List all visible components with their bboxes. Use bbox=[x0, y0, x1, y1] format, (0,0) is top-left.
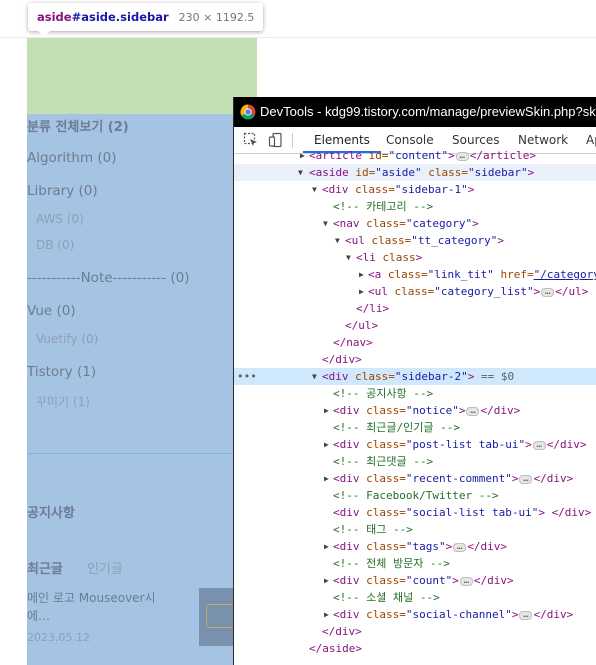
collapse-triangle-icon[interactable]: ▼ bbox=[312, 368, 317, 385]
expand-triangle-icon[interactable]: ▶ bbox=[324, 538, 329, 555]
devtools-window[interactable]: DevTools - kdg99.tistory.com/manage/prev… bbox=[233, 97, 596, 665]
ellipsis-badge[interactable]: … bbox=[532, 440, 546, 450]
ellipsis-badge[interactable]: … bbox=[466, 406, 480, 416]
dom-close-tag[interactable]: </div> bbox=[234, 351, 596, 368]
devtools-title: DevTools - kdg99.tistory.com/manage/prev… bbox=[260, 104, 596, 119]
ellipsis-badge[interactable]: … bbox=[453, 542, 467, 552]
dom-node-div[interactable]: ▶ <div class="notice">… </div> bbox=[234, 402, 596, 419]
dom-comment[interactable]: <!-- 카테고리 --> bbox=[234, 198, 596, 215]
dom-comment[interactable]: <!-- 공지사항 --> bbox=[234, 385, 596, 402]
subcategory-item[interactable]: 꾸미기 (1) bbox=[36, 393, 90, 410]
dom-comment[interactable]: <!-- 전체 방문자 --> bbox=[234, 555, 596, 572]
dom-close-tag[interactable]: </aside> bbox=[234, 640, 596, 657]
category-item[interactable]: -----------Note----------- (0) bbox=[27, 270, 190, 286]
collapse-triangle-icon[interactable]: ▼ bbox=[323, 215, 328, 232]
ellipsis-badge[interactable]: … bbox=[519, 474, 533, 484]
dom-comment[interactable]: <!-- 소셜 채널 --> bbox=[234, 589, 596, 606]
recent-post-title[interactable]: 메인 로고 Mouseover시 bbox=[27, 589, 156, 606]
category-all-link[interactable]: 분류 전체보기 (2) bbox=[27, 116, 129, 135]
collapse-triangle-icon[interactable]: ▼ bbox=[312, 181, 317, 198]
toolbar-separator bbox=[292, 133, 293, 148]
tab-separator: · bbox=[76, 558, 79, 568]
dom-node-ul[interactable]: ▶ <ul class="category_list">… </ul> bbox=[234, 283, 596, 300]
category-item[interactable]: Library (0) bbox=[27, 183, 98, 199]
sidebar-divider bbox=[27, 453, 257, 454]
dom-node-div[interactable]: ▶ <div class="count">… </div> bbox=[234, 572, 596, 589]
subcategory-item[interactable]: Vuetify (0) bbox=[36, 332, 98, 346]
collapse-triangle-icon[interactable]: ▼ bbox=[346, 249, 351, 266]
href-link[interactable]: "/category" bbox=[534, 268, 596, 281]
collapse-triangle-icon[interactable]: ▼ bbox=[298, 164, 303, 181]
collapse-triangle-icon[interactable]: ▼ bbox=[335, 232, 340, 249]
dom-node-nav[interactable]: ▼ <nav class="category"> bbox=[234, 215, 596, 232]
ellipsis-badge[interactable]: … bbox=[519, 610, 533, 620]
ellipsis-badge[interactable]: … bbox=[455, 151, 469, 161]
dom-comment[interactable]: <!-- Facebook/Twitter --> bbox=[234, 487, 596, 504]
dom-node-div[interactable]: ▶ <div class="social-channel">… </div> bbox=[234, 606, 596, 623]
inspect-tooltip: aside#aside.sidebar 230 × 1192.5 bbox=[28, 3, 264, 37]
ellipsis-badge[interactable]: … bbox=[541, 287, 555, 297]
dom-node-sidebar-2-selected[interactable]: ••• ▼ <div class="sidebar-2"> == $0 bbox=[234, 368, 596, 385]
dom-node-article[interactable]: ▶ <article id="content">… </article> bbox=[234, 147, 596, 164]
dom-comment[interactable]: <!-- 최근댓글 --> bbox=[234, 453, 596, 470]
ellipsis-badge[interactable]: … bbox=[459, 576, 473, 586]
devtools-titlebar[interactable]: DevTools - kdg99.tistory.com/manage/prev… bbox=[234, 97, 596, 127]
aside-margin-overlay bbox=[27, 38, 257, 114]
dom-node-div[interactable]: <div class="social-list tab-ui"> </div> bbox=[234, 504, 596, 521]
subcategory-item[interactable]: DB (0) bbox=[36, 238, 74, 252]
dom-node-div[interactable]: ▶ <div class="post-list tab-ui">… </div> bbox=[234, 436, 596, 453]
expand-triangle-icon[interactable]: ▶ bbox=[324, 606, 329, 623]
dom-node-ul[interactable]: ▼ <ul class="tt_category"> bbox=[234, 232, 596, 249]
dom-node-li[interactable]: ▼ <li class> bbox=[234, 249, 596, 266]
dom-close-tag[interactable]: </nav> bbox=[234, 334, 596, 351]
category-item[interactable]: Vue (0) bbox=[27, 303, 76, 319]
expand-triangle-icon[interactable]: ▶ bbox=[359, 283, 364, 300]
chrome-icon bbox=[240, 104, 256, 120]
recent-post-title-cont[interactable]: 에… bbox=[27, 607, 50, 624]
subcategory-item[interactable]: AWS (0) bbox=[36, 212, 84, 226]
dom-node-div[interactable]: ▶ <div class="recent-comment">… </div> bbox=[234, 470, 596, 487]
tab-recent-posts[interactable]: 최근글 bbox=[27, 558, 63, 577]
expand-triangle-icon[interactable]: ▶ bbox=[324, 572, 329, 589]
inspect-element-icon[interactable] bbox=[243, 132, 259, 148]
tooltip-selector: aside#aside.sidebar bbox=[37, 10, 169, 24]
more-actions-icon[interactable]: ••• bbox=[237, 368, 257, 385]
notice-heading: 공지사항 bbox=[27, 506, 75, 521]
expand-triangle-icon[interactable]: ▶ bbox=[324, 470, 329, 487]
dom-node-div[interactable]: ▶ <div class="tags">… </div> bbox=[234, 538, 596, 555]
expand-triangle-icon[interactable]: ▶ bbox=[324, 436, 329, 453]
category-item[interactable]: Algorithm (0) bbox=[27, 150, 117, 166]
tab-popular-posts[interactable]: 인기글 bbox=[87, 558, 123, 577]
dom-comment[interactable]: <!-- 태그 --> bbox=[234, 521, 596, 538]
tooltip-size: 230 × 1192.5 bbox=[178, 10, 255, 24]
dom-close-tag[interactable]: </ul> bbox=[234, 317, 596, 334]
dom-node-sidebar-1[interactable]: ▼ <div class="sidebar-1"> bbox=[234, 181, 596, 198]
category-item[interactable]: Tistory (1) bbox=[27, 364, 96, 380]
device-toolbar-icon[interactable] bbox=[268, 132, 284, 148]
expand-triangle-icon[interactable]: ▶ bbox=[324, 402, 329, 419]
expand-triangle-icon[interactable]: ▶ bbox=[359, 266, 364, 283]
dom-node-aside[interactable]: ▼ <aside id="aside" class="sidebar"> bbox=[234, 164, 596, 181]
dom-close-tag[interactable]: </li> bbox=[234, 300, 596, 317]
recent-post-date: 2023.05.12 bbox=[27, 631, 90, 644]
dom-node-a[interactable]: ▶ <a class="link_tit" href="/category" bbox=[234, 266, 596, 283]
dom-close-tag[interactable]: </div> bbox=[234, 623, 596, 640]
dom-comment[interactable]: <!-- 최근글/인기글 --> bbox=[234, 419, 596, 436]
